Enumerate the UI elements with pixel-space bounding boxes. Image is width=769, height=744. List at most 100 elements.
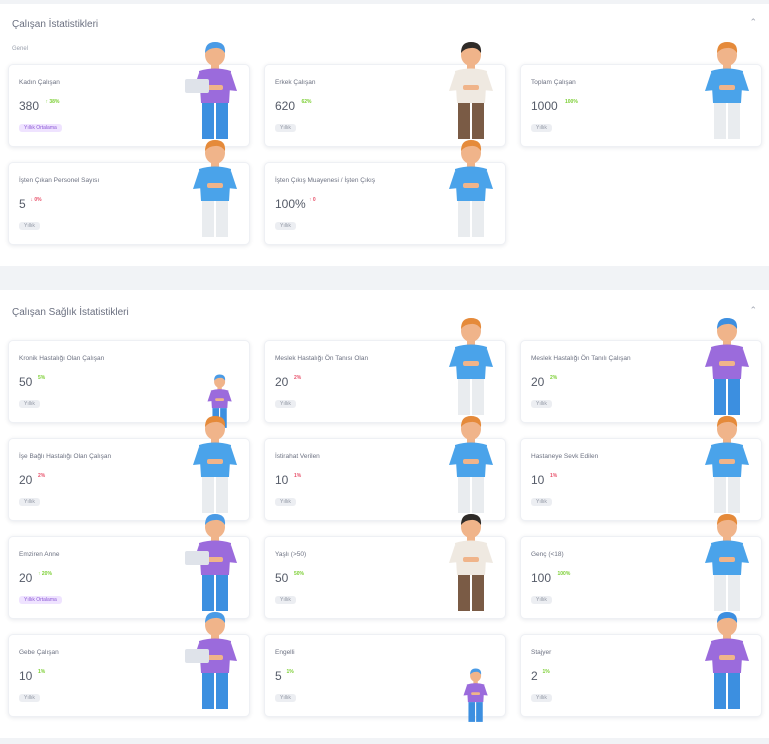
person-illustration-icon bbox=[439, 317, 499, 422]
period-badge: Yıllık Ortalama bbox=[19, 124, 62, 132]
person-illustration-icon bbox=[183, 513, 243, 618]
stat-card[interactable]: Emziren Anne 20 ↑ 20% Yıllık Ortalama bbox=[8, 514, 250, 619]
person-illustration-icon bbox=[695, 41, 755, 146]
period-badge: Yıllık bbox=[531, 124, 552, 132]
person-illustration-icon bbox=[183, 415, 243, 520]
stat-delta: 2% bbox=[294, 375, 302, 381]
period-badge: Yıllık bbox=[531, 596, 552, 604]
stat-card[interactable]: Stajyer 2 1% Yıllık bbox=[520, 612, 762, 717]
stat-label: Toplam Çalışan bbox=[531, 79, 576, 86]
stat-value: 380 bbox=[19, 99, 40, 113]
stat-card[interactable]: İşten Çıkış Muayenesi / İşten Çıkış 100% ↑… bbox=[264, 140, 506, 245]
stat-value: 100 bbox=[531, 571, 552, 585]
stat-label: Hastaneye Sevk Edilen bbox=[531, 453, 599, 460]
person-illustration-icon bbox=[183, 41, 243, 146]
stat-card[interactable]: İşe Bağlı Hastalığı Olan Çalışan 20 2% Yıll… bbox=[8, 416, 250, 521]
stat-label: Erkek Çalışan bbox=[275, 79, 316, 86]
period-badge: Yıllık bbox=[275, 596, 296, 604]
person-illustration-icon bbox=[695, 317, 755, 422]
person-illustration-icon bbox=[458, 668, 491, 728]
stat-card[interactable]: Meslek Hastalığı Ön Tanılı Çalışan 20 2% Yı… bbox=[520, 318, 762, 423]
stat-label: Kadın Çalışan bbox=[19, 79, 60, 86]
stat-label: Engelli bbox=[275, 649, 295, 656]
period-badge: Yıllık bbox=[531, 694, 552, 702]
stat-card[interactable]: Erkek Çalışan 620 62% Yıllık bbox=[264, 42, 506, 147]
stat-value: 20 bbox=[531, 375, 545, 389]
person-illustration-icon bbox=[695, 611, 755, 716]
section-title: Çalışan İstatistikleri bbox=[12, 19, 99, 30]
period-badge: Yıllık bbox=[531, 400, 552, 408]
period-badge: Yıllık bbox=[19, 694, 40, 702]
stat-card[interactable]: Hastaneye Sevk Edilen 10 1% Yıllık bbox=[520, 416, 762, 521]
stat-label: Kronik Hastalığı Olan Çalışan bbox=[19, 355, 105, 362]
person-illustration-icon bbox=[695, 513, 755, 618]
stat-value: 50 bbox=[19, 375, 33, 389]
stat-card[interactable]: Yaşlı (>50) 50 50% Yıllık bbox=[264, 514, 506, 619]
stat-delta: 100% bbox=[557, 571, 571, 577]
stat-value: 20 bbox=[19, 473, 33, 487]
section-title: Çalışan Sağlık İstatistikleri bbox=[12, 307, 129, 318]
stat-delta: 5% bbox=[38, 375, 46, 381]
period-badge: Yıllık bbox=[275, 222, 296, 230]
stat-label: Meslek Hastalığı Ön Tanılı Çalışan bbox=[531, 355, 631, 362]
stat-card[interactable]: Meslek Hastalığı Ön Tanısı Olan 20 2% Yıllı… bbox=[264, 318, 506, 423]
stat-label: Stajyer bbox=[531, 649, 552, 656]
period-badge: Yıllık bbox=[19, 400, 40, 408]
stat-delta: ↑ 20% bbox=[38, 571, 52, 577]
stat-delta: 2% bbox=[550, 375, 558, 381]
period-badge: Yıllık bbox=[275, 124, 296, 132]
chevron-up-icon[interactable]: ⌃ bbox=[749, 17, 757, 28]
stat-label: Meslek Hastalığı Ön Tanısı Olan bbox=[275, 355, 369, 362]
period-badge: Yıllık Ortalama bbox=[19, 596, 62, 604]
stat-label: Yaşlı (>50) bbox=[275, 551, 307, 558]
stat-value: 100% bbox=[275, 197, 306, 211]
stat-delta: 1% bbox=[542, 669, 550, 675]
stat-label: Gebe Çalışan bbox=[19, 649, 59, 656]
stat-label: Genç (<18) bbox=[531, 551, 564, 558]
stat-value: 20 bbox=[19, 571, 33, 585]
stat-delta: 1% bbox=[294, 473, 302, 479]
stat-label: İşten Çıkan Personel Sayısı bbox=[19, 177, 100, 184]
person-illustration-icon bbox=[695, 415, 755, 520]
stat-card[interactable]: İstirahat Verilen 10 1% Yıllık bbox=[264, 416, 506, 521]
stat-delta: ↑ 38% bbox=[45, 99, 60, 105]
stat-delta: 50% bbox=[294, 571, 305, 577]
period-badge: Yıllık bbox=[275, 400, 296, 408]
person-illustration-icon bbox=[439, 139, 499, 244]
stat-delta: ↑ 0 bbox=[309, 197, 316, 203]
section-subtitle: Genel bbox=[12, 46, 29, 52]
period-badge: Yıllık bbox=[275, 694, 296, 702]
person-illustration-icon bbox=[439, 41, 499, 146]
stat-card[interactable]: Gebe Çalışan 10 1% Yıllık bbox=[8, 612, 250, 717]
stat-value: 10 bbox=[531, 473, 545, 487]
stat-label: Emziren Anne bbox=[19, 551, 60, 558]
stat-delta: 1% bbox=[550, 473, 558, 479]
stat-label: İşe Bağlı Hastalığı Olan Çalışan bbox=[19, 453, 112, 460]
person-illustration-icon bbox=[439, 415, 499, 520]
stat-delta: 62% bbox=[301, 99, 312, 105]
stat-delta: 1% bbox=[38, 669, 46, 675]
stat-card[interactable]: Kadın Çalışan 380 ↑ 38% Yıllık Ortalama bbox=[8, 42, 250, 147]
stat-delta: 100% bbox=[565, 99, 578, 105]
stat-card[interactable]: Kronik Hastalığı Olan Çalışan 50 5% Yıllık bbox=[8, 340, 250, 428]
stat-delta: 2% bbox=[38, 473, 46, 479]
period-badge: Yıllık bbox=[19, 222, 40, 230]
stat-value: 50 bbox=[275, 571, 289, 585]
period-badge: Yıllık bbox=[275, 498, 296, 506]
stat-value: 10 bbox=[275, 473, 289, 487]
stat-value: 620 bbox=[275, 99, 296, 113]
stat-card[interactable]: Toplam Çalışan 1000 100% Yıllık bbox=[520, 42, 762, 147]
stat-value: 10 bbox=[19, 669, 33, 683]
stat-delta: ↓ 0% bbox=[30, 197, 42, 203]
person-illustration-icon bbox=[183, 139, 243, 244]
stat-value: 5 bbox=[19, 197, 26, 211]
stat-value: 2 bbox=[531, 669, 538, 683]
stat-card[interactable]: Genç (<18) 100 100% Yıllık bbox=[520, 514, 762, 619]
period-badge: Yıllık bbox=[19, 498, 40, 506]
stat-label: İstirahat Verilen bbox=[275, 453, 320, 460]
stat-delta: 1% bbox=[286, 669, 294, 675]
person-illustration-icon bbox=[183, 611, 243, 716]
stat-card[interactable]: İşten Çıkan Personel Sayısı 5 ↓ 0% Yıllık bbox=[8, 140, 250, 245]
stat-card[interactable]: Engelli 5 1% Yıllık bbox=[264, 634, 506, 722]
chevron-up-icon[interactable]: ⌃ bbox=[749, 305, 757, 316]
